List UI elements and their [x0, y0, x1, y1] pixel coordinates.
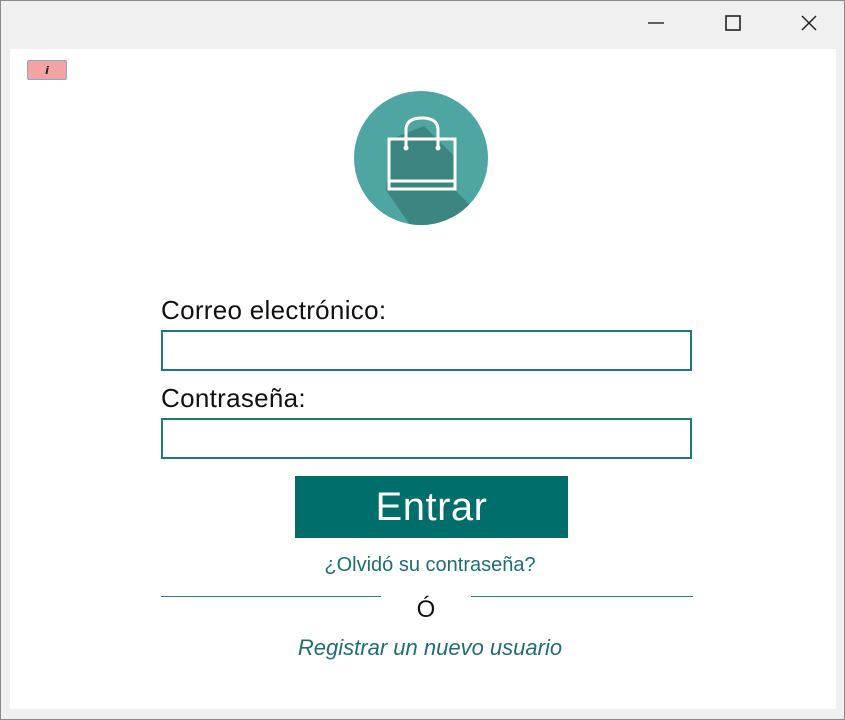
password-field[interactable] — [161, 418, 692, 459]
title-bar[interactable] — [1, 1, 844, 47]
forgot-password-link[interactable]: ¿Olvidó su contraseña? — [160, 554, 700, 577]
close-icon — [801, 15, 817, 31]
login-panel: i Correo electrónico: Contraseña: Entrar… — [10, 49, 836, 709]
info-icon: i — [45, 63, 49, 77]
or-separator: Ó — [416, 596, 436, 623]
shopping-bag-icon — [354, 91, 488, 225]
login-window: i Correo electrónico: Contraseña: Entrar… — [0, 0, 845, 720]
maximize-icon — [725, 15, 741, 31]
close-button[interactable] — [786, 7, 832, 39]
email-field[interactable] — [161, 330, 692, 371]
login-button[interactable]: Entrar — [295, 476, 568, 538]
maximize-button[interactable] — [710, 7, 756, 39]
divider-right — [471, 596, 693, 597]
minimize-button[interactable] — [633, 7, 679, 39]
register-link[interactable]: Registrar un nuevo usuario — [160, 635, 700, 661]
divider-left — [161, 596, 381, 597]
password-label: Contraseña: — [161, 383, 306, 413]
minimize-icon — [648, 22, 664, 24]
email-label: Correo electrónico: — [161, 295, 387, 325]
info-badge[interactable]: i — [27, 60, 67, 80]
